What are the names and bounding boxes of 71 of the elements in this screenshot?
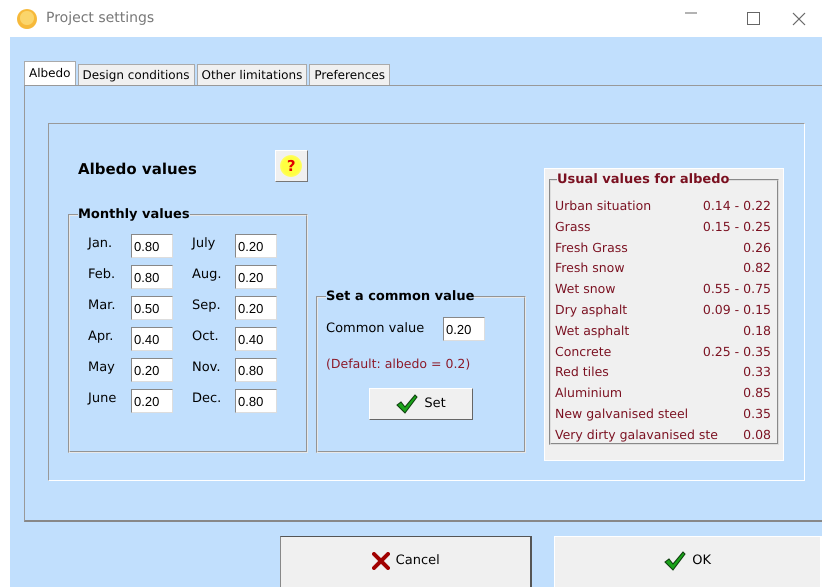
month-value-field[interactable]: 0.20 — [131, 389, 173, 413]
cross-icon — [372, 552, 390, 570]
close-icon[interactable] — [792, 12, 806, 26]
month-value-field[interactable]: 0.20 — [235, 265, 277, 289]
month-label: Sep. — [192, 297, 222, 315]
month-label: Apr. — [88, 328, 114, 346]
month-label: Aug. — [192, 266, 223, 284]
albedo-value: 0.85 — [743, 384, 771, 402]
month-value-field[interactable]: 0.20 — [235, 234, 277, 258]
month-value-field[interactable]: 0.50 — [131, 296, 173, 320]
month-value-field[interactable]: 0.80 — [235, 389, 277, 413]
month-value-field[interactable]: 0.80 — [131, 265, 173, 289]
albedo-value: 0.25 - 0.35 — [702, 342, 771, 361]
group-title: Usual values for albedo — [557, 173, 730, 186]
albedo-value: 0.14 - 0.22 — [702, 197, 771, 215]
albedo-value: 0.35 — [743, 404, 771, 423]
field-label: Common value — [326, 320, 426, 338]
check-icon — [396, 394, 418, 414]
material-name: Dry asphalt — [555, 300, 628, 319]
month-label: Nov. — [192, 359, 222, 377]
material-name: Wet asphalt — [555, 322, 630, 340]
albedo-value: 0.55 - 0.75 — [702, 280, 771, 298]
window-title: Project settings — [46, 9, 154, 28]
material-name: Fresh snow — [555, 259, 625, 278]
material-name: Aluminium — [555, 384, 622, 402]
tab[interactable]: Albedo — [24, 61, 76, 85]
material-name: Fresh Grass — [555, 238, 628, 257]
month-label: May — [88, 359, 116, 377]
material-name: Grass — [555, 218, 591, 236]
month-value-field[interactable]: 0.40 — [131, 327, 173, 351]
maximize-icon[interactable] — [746, 12, 760, 24]
month-value-field[interactable]: 0.20 — [235, 296, 277, 320]
month-label: Dec. — [192, 390, 222, 408]
section-heading: Albedo values — [78, 159, 197, 180]
material-name: Urban situation — [555, 197, 652, 215]
material-name: Wet snow — [555, 280, 616, 298]
material-name: Red tiles — [555, 363, 609, 382]
month-label: Jan. — [88, 235, 114, 253]
group-title: Monthly values — [78, 208, 190, 221]
minimize-icon[interactable] — [685, 12, 697, 14]
month-label: Oct. — [192, 328, 220, 346]
month-value-field[interactable]: 0.80 — [235, 358, 277, 382]
albedo-value: 0.26 — [743, 238, 771, 257]
check-icon — [664, 551, 686, 571]
app-icon — [16, 8, 38, 30]
tab[interactable]: Other limitations — [196, 64, 308, 85]
set-button[interactable]: Set — [369, 388, 473, 420]
material-name: Concrete — [555, 342, 612, 361]
month-value-field[interactable]: 0.80 — [131, 234, 173, 258]
help-button[interactable]: ? — [274, 150, 308, 182]
albedo-value: 0.18 — [743, 322, 771, 340]
albedo-value: 0.82 — [743, 259, 771, 278]
material-name: New galvanised steel — [555, 404, 688, 423]
month-label: Feb. — [88, 266, 116, 284]
group-title: Set a common value — [326, 290, 474, 303]
albedo-value: 0.09 - 0.15 — [702, 300, 771, 319]
month-value-field[interactable]: 0.20 — [131, 358, 173, 382]
cancel-button[interactable]: Cancel — [280, 536, 532, 587]
material-name: Very dirty galavanised ste — [555, 426, 718, 444]
month-value-field[interactable]: 0.40 — [235, 327, 277, 351]
month-label: Mar. — [88, 297, 116, 315]
albedo-value: 0.08 — [743, 426, 771, 444]
tab[interactable]: Preferences — [309, 64, 390, 85]
albedo-value: 0.33 — [743, 363, 771, 382]
tab[interactable]: Design conditions — [78, 64, 194, 85]
ok-button[interactable]: OK — [554, 536, 822, 587]
albedo-value: 0.15 - 0.25 — [702, 218, 771, 236]
month-label: July — [192, 235, 216, 253]
month-label: June — [88, 390, 118, 408]
default-note: (Default: albedo = 0.2) — [325, 355, 472, 373]
common-value-field[interactable]: 0.20 — [443, 317, 485, 341]
